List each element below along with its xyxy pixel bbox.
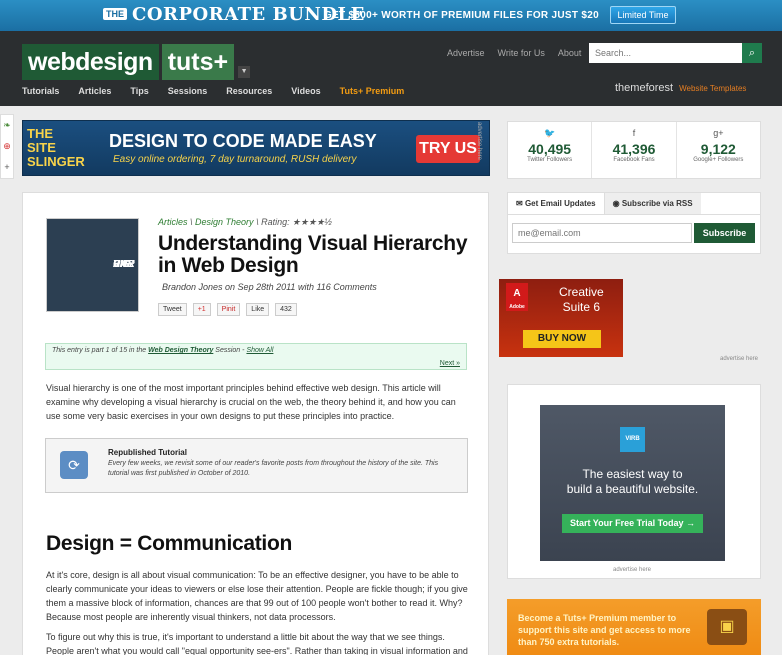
share-buttons: Tweet +1 Pinit Like 432	[158, 303, 297, 316]
premium-promo[interactable]: Become a Tuts+ Premium member to support…	[507, 599, 761, 655]
stat-twitter[interactable]: 🐦 40,495 Twitter Followers	[508, 122, 593, 178]
twitter-icon: 🐦	[544, 128, 556, 138]
series-link[interactable]: Web Design Theory	[148, 347, 213, 354]
lifebuoy-icon[interactable]: ⊕	[1, 136, 13, 157]
tab-email-updates[interactable]: ✉ Get Email Updates	[508, 193, 604, 214]
rating-stars: ★★★★½	[292, 217, 332, 227]
search-icon[interactable]: ⌕	[742, 43, 762, 63]
tab-rss[interactable]: ◉ Subscribe via RSS	[603, 193, 701, 214]
republished-desc: Every few weeks, we revisit some of our …	[108, 460, 439, 477]
themeforest-link[interactable]: themeforest Website Templates	[615, 82, 746, 94]
virb-ad[interactable]: VIRB The easiest way to build a beautifu…	[540, 405, 725, 561]
themeforest-logo: themeforest	[615, 82, 674, 94]
article-title: Understanding Visual Hierarchy in Web De…	[158, 232, 468, 277]
header-links: Advertise Write for Us About	[447, 48, 581, 58]
advertise-here-link[interactable]: advertise here	[476, 122, 482, 160]
article-paragraph-2: To figure out why this is true, it's imp…	[46, 632, 468, 655]
series-text: This entry is part 1 of 15 in the Web De…	[52, 347, 274, 354]
nav-premium[interactable]: Tuts+ Premium	[340, 86, 405, 96]
buy-now-button[interactable]: BUY NOW	[523, 330, 601, 348]
republished-title: Republished Tutorial	[108, 448, 187, 457]
article-panel: VIS UAL HIE RAR CHY Articles \ Design Th…	[22, 192, 489, 655]
search-input[interactable]	[589, 43, 742, 63]
ad-brand: THE SITE SLINGER	[27, 126, 85, 169]
header-link-about[interactable]: About	[558, 48, 582, 58]
stat-facebook[interactable]: f 41,396 Facebook Fans	[592, 122, 677, 178]
email-field[interactable]	[512, 223, 692, 243]
advertise-here-link-2[interactable]: advertise here	[720, 356, 758, 362]
nav-videos[interactable]: Videos	[291, 86, 320, 96]
article-intro: Visual hierarchy is one of the most impo…	[46, 383, 456, 421]
header-link-write[interactable]: Write for Us	[498, 48, 545, 58]
series-box: This entry is part 1 of 15 in the Web De…	[45, 343, 467, 370]
stat-twitter-count: 40,495	[528, 141, 572, 157]
refresh-icon: ⟳	[60, 451, 88, 479]
side-share-icons: ❧ ⊕ +	[0, 114, 14, 179]
like-count: 432	[275, 303, 297, 316]
logo-webdesign: webdesign	[22, 44, 159, 80]
article-paragraph-1: At it's core, design is all about visual…	[46, 570, 468, 622]
stat-facebook-count: 41,396	[612, 141, 656, 157]
promo-banner[interactable]: THE CORPORATE BUNDLE GET $500+ WORTH OF …	[0, 0, 782, 31]
nav-tutorials[interactable]: Tutorials	[22, 86, 59, 96]
nav-resources[interactable]: Resources	[226, 86, 272, 96]
ad-try-us-button[interactable]: TRY US	[416, 135, 480, 163]
premium-text: Become a Tuts+ Premium member to support…	[518, 613, 691, 647]
article-byline: Brandon Jones on Sep 28th 2011 with 116 …	[162, 282, 377, 292]
creative-suite-ad[interactable]: A Adobe Creative Suite 6 BUY NOW	[499, 279, 623, 357]
site-header: webdesign tuts+ ▼ Advertise Write for Us…	[0, 31, 782, 106]
themeforest-sub: Website Templates	[679, 83, 747, 93]
facebook-icon: f	[632, 128, 636, 138]
social-stats: 🐦 40,495 Twitter Followers f 41,396 Face…	[507, 121, 761, 179]
subscribe-button[interactable]: Subscribe	[694, 223, 755, 243]
section-heading: Design = Communication	[46, 532, 293, 555]
subscribe-tabs: ✉ Get Email Updates ◉ Subscribe via RSS	[508, 193, 760, 215]
main-nav: Tutorials Articles Tips Sessions Resourc…	[22, 86, 423, 96]
stat-twitter-label: Twitter Followers	[527, 157, 573, 163]
series-next-link[interactable]: Next »	[440, 360, 460, 367]
promo-tagline: GET $500+ WORTH OF PREMIUM FILES FOR JUS…	[324, 10, 599, 21]
gplus-button[interactable]: +1	[192, 303, 211, 316]
adobe-logo: A Adobe	[506, 283, 528, 311]
cs6-title: Creative Suite 6	[559, 285, 604, 314]
advertise-here-link-3[interactable]: advertise here	[613, 567, 651, 573]
virb-logo: VIRB	[620, 427, 645, 452]
logo-tuts: tuts+	[161, 44, 235, 80]
nav-tips[interactable]: Tips	[130, 86, 148, 96]
site-logo[interactable]: webdesign tuts+ ▼	[22, 44, 251, 80]
nav-sessions[interactable]: Sessions	[168, 86, 208, 96]
republished-notice: ⟳ Republished Tutorial Every few weeks, …	[45, 438, 468, 493]
free-trial-button[interactable]: Start Your Free Trial Today →	[562, 514, 703, 533]
stat-facebook-label: Facebook Fans	[613, 157, 655, 163]
like-button[interactable]: Like	[246, 303, 270, 316]
stat-googleplus[interactable]: g+ 9,122 Google+ Followers	[677, 122, 760, 178]
promo-the-label: THE	[103, 8, 127, 20]
chevron-down-icon[interactable]: ▼	[238, 66, 251, 78]
site-slinger-ad[interactable]: THE SITE SLINGER DESIGN TO CODE MADE EAS…	[22, 120, 490, 176]
ad-subline: Easy online ordering, 7 day turnaround, …	[113, 154, 357, 165]
nav-articles[interactable]: Articles	[78, 86, 111, 96]
promo-limited-time-button[interactable]: Limited Time	[610, 6, 676, 24]
ad-headline: DESIGN TO CODE MADE EASY	[109, 131, 377, 151]
meta-category-articles[interactable]: Articles	[158, 217, 188, 227]
article-thumbnail: VIS UAL HIE RAR CHY	[46, 218, 139, 312]
leaf-icon[interactable]: ❧	[1, 115, 13, 136]
tweet-button[interactable]: Tweet	[158, 303, 187, 316]
treasure-chest-icon: ▣	[707, 609, 747, 645]
article-meta: Articles \ Design Theory \ Rating: ★★★★½	[158, 217, 332, 227]
meta-category-design-theory[interactable]: Design Theory	[195, 217, 254, 227]
header-link-advertise[interactable]: Advertise	[447, 48, 485, 58]
meta-rating-label: Rating:	[261, 217, 290, 227]
email-subscribe-widget: ✉ Get Email Updates ◉ Subscribe via RSS …	[507, 192, 761, 254]
googleplus-icon: g+	[713, 128, 724, 138]
pinit-button[interactable]: Pinit	[216, 303, 241, 316]
stat-googleplus-label: Google+ Followers	[693, 157, 744, 163]
series-show-all-link[interactable]: Show All	[246, 347, 273, 354]
virb-text: The easiest way to build a beautiful web…	[566, 467, 699, 496]
stat-googleplus-count: 9,122	[700, 141, 736, 157]
plus-icon[interactable]: +	[1, 157, 13, 178]
